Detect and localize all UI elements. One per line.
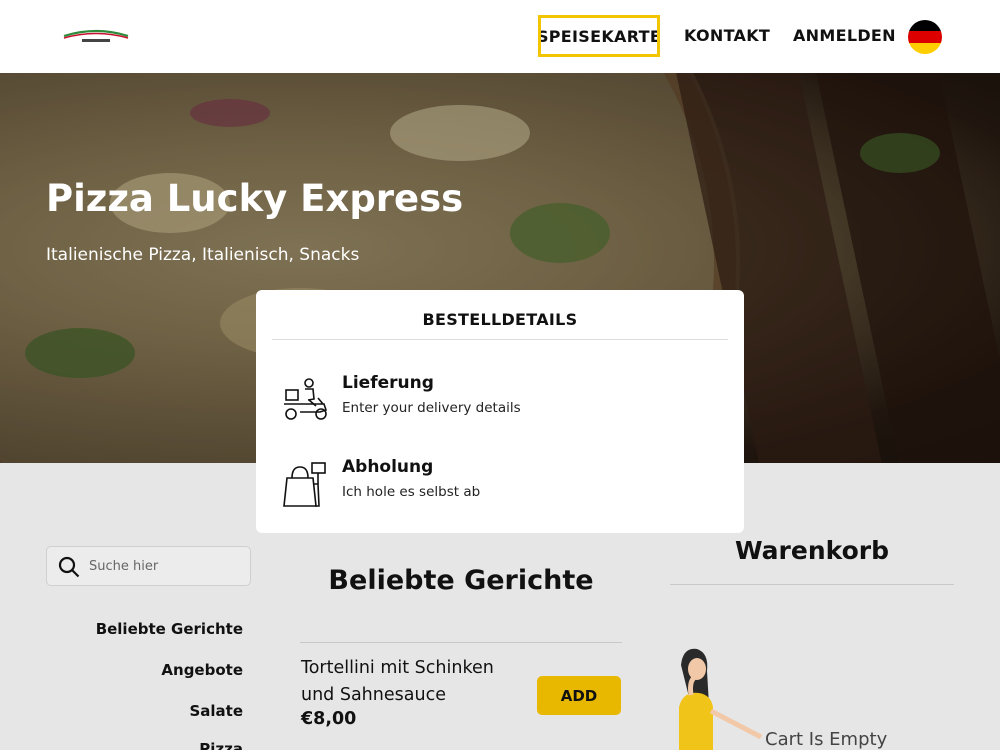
delivery-option-title: Lieferung bbox=[342, 373, 434, 393]
german-flag-icon[interactable] bbox=[908, 20, 942, 54]
top-header: SPEISEKARTE KONTAKT ANMELDEN bbox=[0, 0, 1000, 73]
category-offers[interactable]: Angebote bbox=[161, 661, 243, 679]
pizzeria-logo[interactable] bbox=[60, 24, 132, 46]
search-input[interactable] bbox=[89, 555, 239, 577]
divider bbox=[300, 642, 622, 643]
dish-name[interactable]: Tortellini mit Schinken und Sahnesauce bbox=[301, 655, 526, 709]
order-details-card: BESTELLDETAILS Lieferung Enter your deli… bbox=[256, 290, 744, 533]
pickup-option-subtitle: Ich hole es selbst ab bbox=[342, 484, 481, 500]
pickup-option-title: Abholung bbox=[342, 457, 434, 477]
takeaway-bag-icon bbox=[283, 462, 326, 507]
cart-empty-text: Cart Is Empty bbox=[765, 729, 888, 750]
cart-title: Warenkorb bbox=[735, 536, 889, 565]
category-pizza[interactable]: Pizza bbox=[199, 740, 243, 750]
search-box[interactable] bbox=[46, 546, 251, 586]
pickup-option[interactable]: Abholung Ich hole es selbst ab bbox=[282, 456, 722, 516]
nav-login[interactable]: ANMELDEN bbox=[793, 26, 896, 45]
empty-cart-illustration bbox=[679, 648, 763, 750]
search-icon bbox=[58, 556, 80, 578]
divider bbox=[272, 339, 728, 340]
delivery-option-subtitle: Enter your delivery details bbox=[342, 400, 521, 416]
add-to-cart-button[interactable]: ADD bbox=[537, 676, 621, 715]
category-popular[interactable]: Beliebte Gerichte bbox=[96, 620, 243, 638]
order-details-title: BESTELLDETAILS bbox=[422, 310, 578, 329]
delivery-option[interactable]: Lieferung Enter your delivery details bbox=[282, 372, 722, 432]
section-title: Beliebte Gerichte bbox=[328, 565, 594, 596]
delivery-scooter-icon bbox=[284, 378, 328, 420]
category-salads[interactable]: Salate bbox=[189, 702, 243, 720]
nav-menu-label: SPEISEKARTE bbox=[536, 26, 662, 46]
divider bbox=[670, 584, 954, 585]
restaurant-cuisine: Italienische Pizza, Italienisch, Snacks bbox=[46, 245, 360, 265]
restaurant-title: Pizza Lucky Express bbox=[46, 177, 464, 220]
dish-price: €8,00 bbox=[301, 709, 357, 729]
nav-contact[interactable]: KONTAKT bbox=[684, 26, 770, 45]
nav-menu[interactable]: SPEISEKARTE bbox=[536, 15, 662, 57]
